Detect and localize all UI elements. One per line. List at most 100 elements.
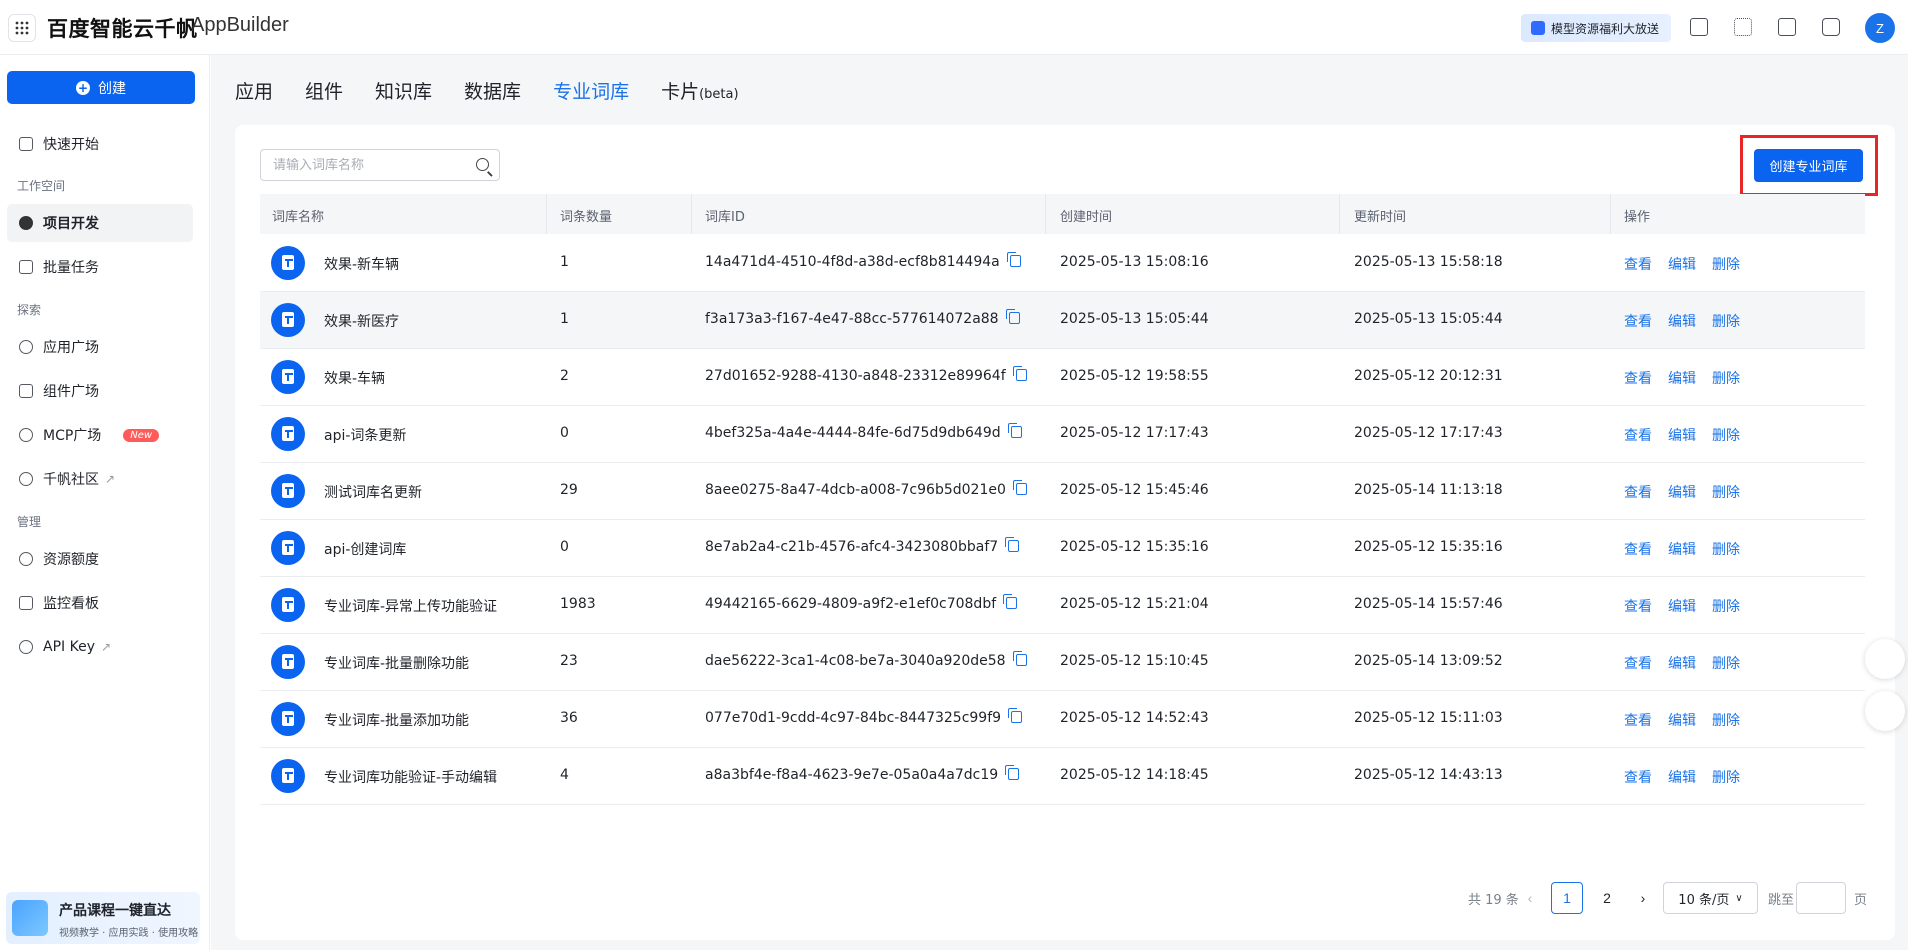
edit-link[interactable]: 编辑 [1668,257,1696,273]
cell-updated: 2025-05-12 14:43:13 [1354,767,1503,783]
jump-input[interactable] [1796,882,1846,914]
translate-float-icon[interactable] [1865,639,1905,679]
page-1[interactable]: 1 [1551,882,1583,914]
cell-created: 2025-05-13 15:08:16 [1060,254,1209,270]
glossary-doc-icon [271,588,305,622]
tab-apps[interactable]: 应用 [235,77,273,104]
sidebar-item-api-key[interactable]: API Key ↗ [7,628,193,666]
course-subtitle: 视频教学 · 应用实践 · 使用攻略 [59,928,199,939]
edit-link[interactable]: 编辑 [1668,770,1696,786]
sidebar-item-mcp-plaza[interactable]: MCP广场 New [7,416,193,454]
table-row[interactable]: 专业词库-批量添加功能 36 077e70d1-9cdd-4c97-84bc-844… [260,691,1865,748]
table-row[interactable]: 专业词库功能验证-手动编辑 4 a8a3bf4e-f8a4-4623-9e7e-05… [260,748,1865,805]
tab-database[interactable]: 数据库 [464,77,521,104]
message-icon[interactable] [1822,18,1840,36]
app-grid-icon[interactable] [8,14,36,42]
cell-count-text: 1 [560,311,569,327]
table-row[interactable]: 效果-车辆 2 27d01652-9288-4130-a848-23312e8996… [260,349,1865,406]
copy-icon[interactable] [1012,651,1027,666]
assistant-float-icon[interactable] [1865,691,1905,731]
table-row[interactable]: 效果-新医疗 1 f3a173a3-f167-4e47-88cc-577614072… [260,292,1865,349]
apps-icon[interactable] [1734,18,1752,36]
prev-page-icon[interactable]: ‹ [1518,882,1542,914]
table-row[interactable]: 专业词库-异常上传功能验证 1983 49442165-6629-4809-a9f2… [260,577,1865,634]
view-link[interactable]: 查看 [1624,599,1652,615]
edit-link[interactable]: 编辑 [1668,428,1696,444]
page-2[interactable]: 2 [1591,882,1623,914]
delete-link[interactable]: 删除 [1712,656,1740,672]
copy-icon[interactable] [1003,594,1018,609]
jump-label: 跳至 [1768,893,1795,908]
copy-icon[interactable] [1012,480,1027,495]
book-icon[interactable] [1778,18,1796,36]
cell-id-text: 27d01652-9288-4130-a848-23312e89964f [705,368,1006,384]
delete-link[interactable]: 删除 [1712,428,1740,444]
sidebar-item-project-dev[interactable]: 项目开发 [7,204,193,242]
view-link[interactable]: 查看 [1624,656,1652,672]
tab-knowledge[interactable]: 知识库 [375,77,432,104]
view-link[interactable]: 查看 [1624,542,1652,558]
avatar[interactable]: Z [1865,13,1895,43]
table-row[interactable]: api-词条更新 0 4bef325a-4a4e-4444-84fe-6d75d9d… [260,406,1865,463]
table-header: 词库名称 词条数量 词库ID 创建时间 更新时间 操作 [260,194,1865,234]
sidebar-item-monitor[interactable]: 监控看板 [7,584,193,622]
copy-icon[interactable] [1005,309,1020,324]
view-link[interactable]: 查看 [1624,257,1652,273]
sidebar-item-app-plaza[interactable]: 应用广场 [7,328,193,366]
api-icon[interactable] [1690,18,1708,36]
view-link[interactable]: 查看 [1624,371,1652,387]
key-icon [19,640,33,654]
promo-banner[interactable]: 模型资源福利大放送 [1521,14,1671,42]
edit-link[interactable]: 编辑 [1668,656,1696,672]
create-button[interactable]: + 创建 [7,71,195,104]
tab-glossary[interactable]: 专业词库 [553,77,629,104]
sidebar-item-batch-tasks[interactable]: 批量任务 [7,248,193,286]
cell-created: 2025-05-13 15:05:44 [1060,311,1209,327]
copy-icon[interactable] [1007,423,1022,438]
tab-components[interactable]: 组件 [305,77,343,104]
page-size-select[interactable]: 10 条/页 ∨ [1663,882,1758,914]
search-input[interactable] [273,157,463,173]
create-glossary-button[interactable]: 创建专业词库 [1754,149,1863,182]
table-row[interactable]: api-创建词库 0 8e7ab2a4-c21b-4576-afc4-3423080… [260,520,1865,577]
edit-link[interactable]: 编辑 [1668,599,1696,615]
edit-link[interactable]: 编辑 [1668,542,1696,558]
next-page-icon[interactable]: › [1631,882,1655,914]
copy-icon[interactable] [1005,537,1020,552]
delete-link[interactable]: 删除 [1712,770,1740,786]
sidebar-item-quota[interactable]: 资源额度 [7,540,193,578]
edit-link[interactable]: 编辑 [1668,371,1696,387]
delete-link[interactable]: 删除 [1712,485,1740,501]
copy-icon[interactable] [1008,708,1023,723]
view-link[interactable]: 查看 [1624,428,1652,444]
delete-link[interactable]: 删除 [1712,542,1740,558]
sidebar-item-component-plaza[interactable]: 组件广场 [7,372,193,410]
delete-link[interactable]: 删除 [1712,371,1740,387]
view-link[interactable]: 查看 [1624,713,1652,729]
course-banner[interactable]: 产品课程一键直达 视频教学 · 应用实践 · 使用攻略 [6,892,200,944]
column-divider [1610,194,1611,234]
sidebar-item-community[interactable]: 千帆社区 ↗ [7,460,193,498]
delete-link[interactable]: 删除 [1712,599,1740,615]
table-row[interactable]: 测试词库名更新 29 8aee0275-8a47-4dcb-a008-7c96b5d… [260,463,1865,520]
delete-link[interactable]: 删除 [1712,314,1740,330]
view-link[interactable]: 查看 [1624,770,1652,786]
copy-icon[interactable] [1005,765,1020,780]
logo-text: 百度智能云千帆 [47,17,198,41]
tab-cards[interactable]: 卡片(beta) [661,77,738,104]
search-icon[interactable] [476,158,489,171]
view-link[interactable]: 查看 [1624,314,1652,330]
table-row[interactable]: 专业词库-批量删除功能 23 dae56222-3ca1-4c08-be7a-304… [260,634,1865,691]
copy-icon[interactable] [1012,366,1027,381]
copy-icon[interactable] [1006,252,1021,267]
delete-link[interactable]: 删除 [1712,713,1740,729]
edit-link[interactable]: 编辑 [1668,314,1696,330]
delete-link[interactable]: 删除 [1712,257,1740,273]
edit-link[interactable]: 编辑 [1668,713,1696,729]
edit-link[interactable]: 编辑 [1668,485,1696,501]
section-explore: 探索 [17,303,42,317]
view-link[interactable]: 查看 [1624,485,1652,501]
table-row[interactable]: 效果-新车辆 1 14a471d4-4510-4f8d-a38d-ecf8b8144… [260,235,1865,292]
sidebar-item-quick-start[interactable]: 快速开始 [7,125,193,163]
cell-updated: 2025-05-12 15:35:16 [1354,539,1503,555]
